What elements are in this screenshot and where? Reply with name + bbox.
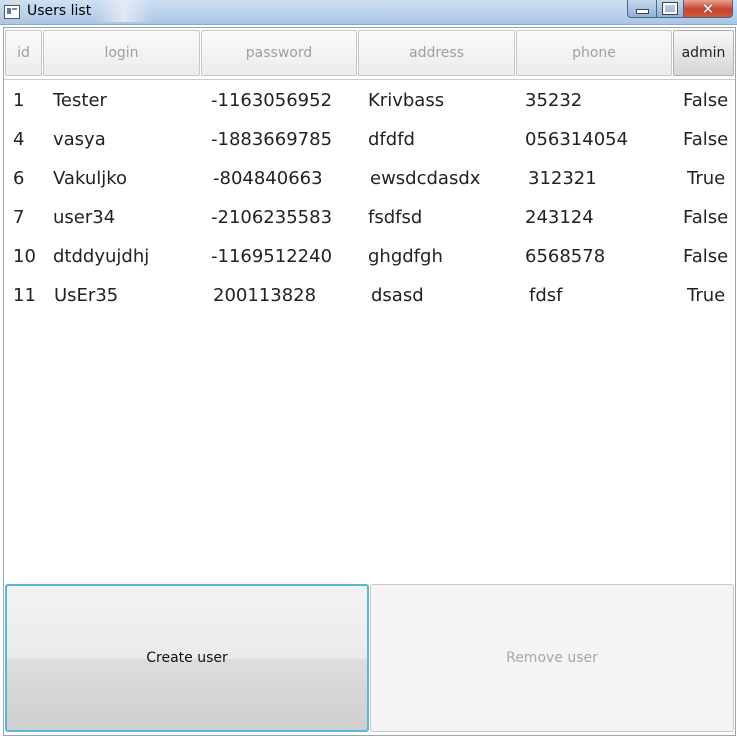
cell-id: 1	[13, 90, 25, 111]
window-title-bar[interactable]: Users list ✕	[0, 0, 737, 25]
cell-admin: False	[683, 246, 729, 267]
create-user-button[interactable]: Create user	[5, 584, 369, 732]
close-icon: ✕	[701, 0, 715, 18]
column-header-password[interactable]: password	[201, 30, 357, 76]
cell-login: vasya	[53, 129, 106, 150]
table-row[interactable]: 6 Vakuljko -804840663 ewsdcdasdx 312321 …	[4, 162, 735, 201]
cell-login: UsEr35	[54, 285, 119, 306]
window-controls: ✕	[627, 0, 733, 18]
column-header-address[interactable]: address	[358, 30, 515, 76]
app-window-icon[interactable]	[4, 5, 20, 19]
cell-id: 10	[13, 246, 36, 267]
cell-admin: False	[683, 207, 729, 228]
cell-admin: True	[687, 168, 726, 189]
cell-address: dsasd	[371, 285, 424, 306]
cell-admin: False	[683, 90, 729, 111]
cell-password: -1883669785	[211, 129, 333, 150]
maximize-button[interactable]	[657, 0, 684, 18]
column-header-id[interactable]: id	[5, 30, 42, 76]
cell-login: user34	[53, 207, 116, 228]
cell-admin: True	[687, 285, 726, 306]
cell-address: ewsdcdasdx	[370, 168, 481, 189]
action-button-bar: Create user Remove user	[4, 583, 735, 735]
table-row[interactable]: 4 vasya -1883669785 dfdfd 056314054 Fals…	[4, 123, 735, 162]
title-bar-glow	[96, 0, 152, 22]
cell-phone: 35232	[525, 90, 583, 111]
table-row[interactable]: 11 UsEr35 200113828 dsasd fdsf True	[4, 279, 735, 318]
table-row[interactable]: 1 Tester -1163056952 Krivbass 35232 Fals…	[4, 84, 735, 123]
cell-login: Tester	[53, 90, 107, 111]
cell-address: dfdfd	[368, 129, 415, 150]
column-header-admin[interactable]: admin	[673, 30, 734, 76]
cell-login: Vakuljko	[53, 168, 128, 189]
minimize-icon	[635, 9, 649, 14]
cell-address: fsdfsd	[368, 207, 423, 228]
minimize-button[interactable]	[627, 0, 657, 18]
cell-password: -804840663	[213, 168, 323, 189]
maximize-icon	[662, 2, 678, 15]
cell-address: Krivbass	[368, 90, 445, 111]
window-title: Users list	[27, 3, 92, 19]
column-header-phone[interactable]: phone	[516, 30, 672, 76]
cell-password: -1163056952	[211, 90, 333, 111]
close-button[interactable]: ✕	[684, 0, 733, 18]
users-window-content: id login password address phone admin 1 …	[3, 27, 736, 736]
cell-password: -1169512240	[211, 246, 333, 267]
table-row[interactable]: 7 user34 -2106235583 fsdfsd 243124 False	[4, 201, 735, 240]
cell-admin: False	[683, 129, 729, 150]
cell-phone: 6568578	[525, 246, 606, 267]
cell-phone: fdsf	[529, 285, 563, 306]
cell-phone: 243124	[525, 207, 594, 228]
cell-password: -2106235583	[211, 207, 333, 228]
remove-user-button[interactable]: Remove user	[370, 584, 734, 732]
cell-login: dtddyujdhj	[53, 246, 150, 267]
table-row[interactable]: 10 dtddyujdhj -1169512240 ghgdfgh 656857…	[4, 240, 735, 279]
table-body[interactable]: 1 Tester -1163056952 Krivbass 35232 Fals…	[4, 84, 735, 318]
cell-password: 200113828	[213, 285, 317, 306]
cell-id: 6	[13, 168, 25, 189]
column-header-login[interactable]: login	[43, 30, 200, 76]
table-header: id login password address phone admin	[4, 28, 735, 80]
cell-address: ghgdfgh	[368, 246, 443, 267]
cell-id: 11	[13, 285, 36, 306]
cell-phone: 312321	[528, 168, 597, 189]
cell-id: 7	[13, 207, 25, 228]
cell-id: 4	[13, 129, 25, 150]
cell-phone: 056314054	[525, 129, 629, 150]
